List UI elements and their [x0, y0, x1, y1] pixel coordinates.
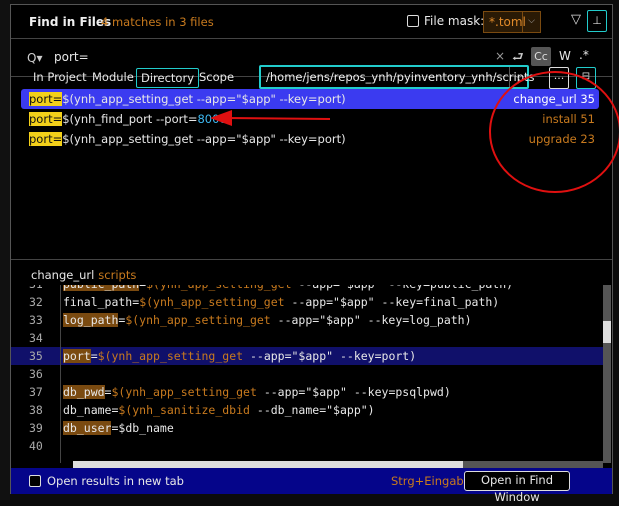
- code-line: 32 final_path=$(ynh_app_setting_get --app…: [11, 293, 603, 311]
- code-rest: =$(ynh_app_setting_get --app="$app" --ke…: [90, 349, 417, 363]
- variable-name: db_name: [63, 403, 112, 417]
- code-preview[interactable]: 31public_path=$(ynh_app_setting_get --ap…: [11, 285, 603, 463]
- code-rest: =$(ynh_sanitize_dbid --db_name="$app"): [111, 403, 375, 417]
- code-line: 38 db_name=$(ynh_sanitize_dbid --db_name=…: [11, 401, 603, 419]
- directory-input[interactable]: /home/jens/repos_ynh/pyinventory_ynh/scr…: [259, 65, 535, 89]
- shortcut-hint: Strg+Eingabe: [391, 474, 471, 488]
- match-case-toggle[interactable]: Cc: [531, 47, 551, 66]
- variable-name: final_path: [63, 295, 133, 309]
- match-highlight: port=: [29, 112, 63, 126]
- dialog-title: Find in Files: [29, 15, 112, 29]
- result-row[interactable]: port=$(ynh_find_port --port=8000) install…: [21, 109, 599, 129]
- code-line: 39 db_user=$db_name: [11, 419, 603, 437]
- result-text: $(ynh_app_setting_get --app="$app" --key…: [62, 92, 346, 106]
- code-text: db_pwd=$(ynh_app_setting_get --app="$app…: [63, 383, 451, 401]
- result-number: 8000: [197, 112, 227, 126]
- variable-name: port: [63, 349, 91, 363]
- line-number: 36: [29, 367, 43, 381]
- code-line: 40: [11, 437, 603, 455]
- preview-folder: scripts: [98, 268, 137, 282]
- variable-name: public_path: [63, 285, 140, 291]
- search-icon[interactable]: Q▾: [27, 51, 42, 65]
- code-line: 36: [11, 365, 603, 383]
- chevron-down-icon[interactable]: ⌵: [522, 12, 540, 32]
- directory-value: /home/jens/repos_ynh/pyinventory_ynh/scr…: [266, 70, 535, 84]
- line-number: 33: [29, 313, 43, 327]
- tab-scope[interactable]: Scope: [195, 68, 238, 88]
- background-editor: [0, 0, 10, 500]
- vertical-scrollbar[interactable]: [603, 285, 611, 463]
- dialog-header: Find in Files 4 matches in 3 files File …: [11, 5, 612, 39]
- find-in-files-dialog: Find in Files 4 matches in 3 files File …: [10, 4, 613, 504]
- code-line: 37 db_pwd=$(ynh_app_setting_get --app="$a…: [11, 383, 603, 401]
- tab-module[interactable]: Module: [88, 68, 138, 88]
- scrollbar-thumb[interactable]: [603, 321, 611, 343]
- line-number: 31: [29, 285, 51, 293]
- pin-icon[interactable]: ⊥: [587, 10, 607, 32]
- variable-name: db_user: [63, 421, 112, 435]
- result-row[interactable]: port=$(ynh_app_setting_get --app="$app" …: [21, 129, 599, 149]
- line-number: 34: [29, 331, 43, 345]
- result-text: $(ynh_app_setting_get --app="$app" --key…: [62, 132, 346, 146]
- result-text: $(ynh_find_port --port=: [62, 112, 198, 126]
- match-highlight: port=: [29, 132, 63, 146]
- code-rest: =$db_name: [111, 421, 174, 435]
- file-mask-input[interactable]: *.toml ⌵: [483, 11, 541, 33]
- code-line: 34: [11, 329, 603, 347]
- tab-in-project[interactable]: In Project: [29, 68, 91, 88]
- folder-tree-icon[interactable]: ⊟: [576, 67, 596, 89]
- code-text: log_path=$(ynh_app_setting_get --app="$a…: [63, 311, 472, 329]
- variable-name: log_path: [63, 313, 119, 327]
- horizontal-scrollbar[interactable]: [73, 461, 603, 468]
- gutter-divider: [60, 285, 61, 463]
- code-line: 31 public_path=$(ynh_app_setting_get --ap…: [11, 285, 603, 293]
- code-text: db_user=$db_name: [63, 419, 174, 437]
- result-location: change_url 35: [513, 92, 595, 106]
- browse-button[interactable]: ...: [549, 67, 569, 89]
- divider: [11, 259, 612, 260]
- regex-toggle[interactable]: .*: [579, 48, 589, 62]
- variable-name: db_pwd: [63, 385, 105, 399]
- preview-header: change_url scripts: [31, 268, 136, 282]
- code-rest: =$(ynh_app_setting_get --app="$app" --ke…: [139, 285, 513, 291]
- code-rest: =$(ynh_app_setting_get --app="$app" --ke…: [104, 385, 451, 399]
- result-row[interactable]: port=$(ynh_app_setting_get --app="$app" …: [21, 89, 599, 109]
- preview-file: change_url: [31, 268, 95, 282]
- line-number: 37: [29, 385, 43, 399]
- dialog-footer: Open results in new tab Strg+Eingabe Ope…: [11, 468, 612, 504]
- new-tab-checkbox[interactable]: [29, 475, 41, 487]
- match-count: 4 matches in 3 files: [101, 15, 214, 29]
- chevron-down-icon[interactable]: ⌵: [509, 67, 527, 87]
- filter-icon[interactable]: ▽: [571, 12, 581, 27]
- line-number: 39: [29, 421, 43, 435]
- search-input[interactable]: port=: [54, 50, 89, 64]
- line-number: 32: [29, 295, 43, 309]
- code-line: 33 log_path=$(ynh_app_setting_get --app="…: [11, 311, 603, 329]
- scrollbar-thumb[interactable]: [73, 461, 463, 468]
- file-mask-checkbox[interactable]: [407, 15, 419, 27]
- line-number: 40: [29, 439, 43, 453]
- result-text: ): [226, 112, 232, 126]
- tab-directory[interactable]: Directory: [136, 68, 200, 88]
- code-text: public_path=$(ynh_app_setting_get --app=…: [63, 285, 513, 293]
- file-mask-label: File mask:: [424, 14, 485, 28]
- line-number: 35: [29, 349, 43, 363]
- whole-words-toggle[interactable]: W: [559, 49, 571, 63]
- line-number: 38: [29, 403, 43, 417]
- code-line: 35 port=$(ynh_app_setting_get --app="$app…: [11, 347, 603, 365]
- file-mask-value: *.toml: [489, 15, 526, 29]
- result-location: install 51: [542, 112, 595, 126]
- open-in-find-window-button[interactable]: Open in Find Window: [464, 471, 570, 504]
- code-text: db_name=$(ynh_sanitize_dbid --db_name="$…: [63, 401, 375, 419]
- result-location: upgrade 23: [528, 132, 595, 146]
- code-text: final_path=$(ynh_app_setting_get --app="…: [63, 293, 499, 311]
- code-rest: =$(ynh_app_setting_get --app="$app" --ke…: [118, 313, 472, 327]
- code-text: port=$(ynh_app_setting_get --app="$app" …: [63, 347, 416, 365]
- code-rest: =$(ynh_app_setting_get --app="$app" --ke…: [132, 295, 500, 309]
- clear-icon[interactable]: ×: [495, 49, 505, 63]
- new-tab-label: Open results in new tab: [47, 474, 184, 488]
- match-highlight: port=: [29, 92, 63, 106]
